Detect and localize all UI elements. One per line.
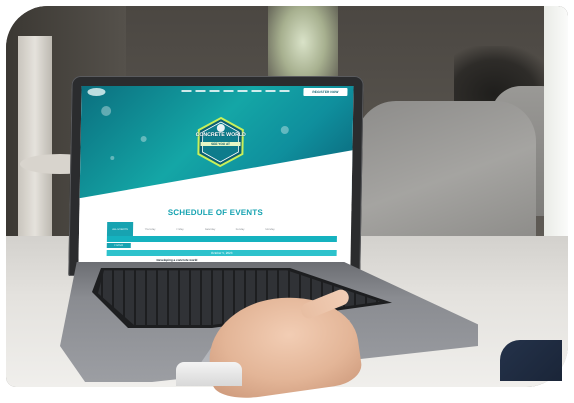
white-pillar [18, 36, 52, 251]
tab-monday[interactable]: Monday [257, 222, 283, 236]
bokeh-light [280, 126, 289, 134]
filter-bar [106, 236, 337, 242]
wristwatch [176, 362, 242, 386]
nav-links[interactable] [181, 90, 292, 92]
register-now-button[interactable]: REGISTER NOW [303, 88, 348, 96]
bokeh-light [101, 106, 112, 116]
bokeh-light [110, 156, 115, 160]
website-navbar: REGISTER NOW [81, 86, 353, 98]
laptop-lid: REGISTER NOW CONCRETE WORLD SEE YOU AT S… [68, 76, 364, 276]
tab-saturday[interactable]: Saturday [197, 222, 223, 236]
tab-all-events[interactable]: ALL EVENTS [106, 222, 134, 236]
tab-thursday[interactable]: Thursday [137, 222, 163, 236]
badge-subtitle: SEE YOU AT [200, 142, 241, 146]
event-title[interactable]: Developing a concrete world [156, 258, 197, 262]
badge-title: CONCRETE WORLD [195, 132, 246, 138]
filter-button[interactable]: FILTER [106, 243, 131, 248]
section-title: SCHEDULE OF EVENTS [167, 208, 264, 217]
date-header: October 5, 2023 [106, 250, 337, 256]
laptop-screen: REGISTER NOW CONCRETE WORLD SEE YOU AT S… [78, 86, 354, 270]
tab-friday[interactable]: Friday [167, 222, 193, 236]
tab-sunday[interactable]: Sunday [227, 222, 253, 236]
bokeh-light [140, 136, 147, 142]
badge-text-wrap: CONCRETE WORLD SEE YOU AT [194, 116, 247, 168]
person-sleeve [500, 340, 562, 381]
site-logo[interactable] [87, 88, 106, 96]
day-tabs: ALL EVENTS Thursday Friday Saturday Sund… [106, 222, 347, 236]
